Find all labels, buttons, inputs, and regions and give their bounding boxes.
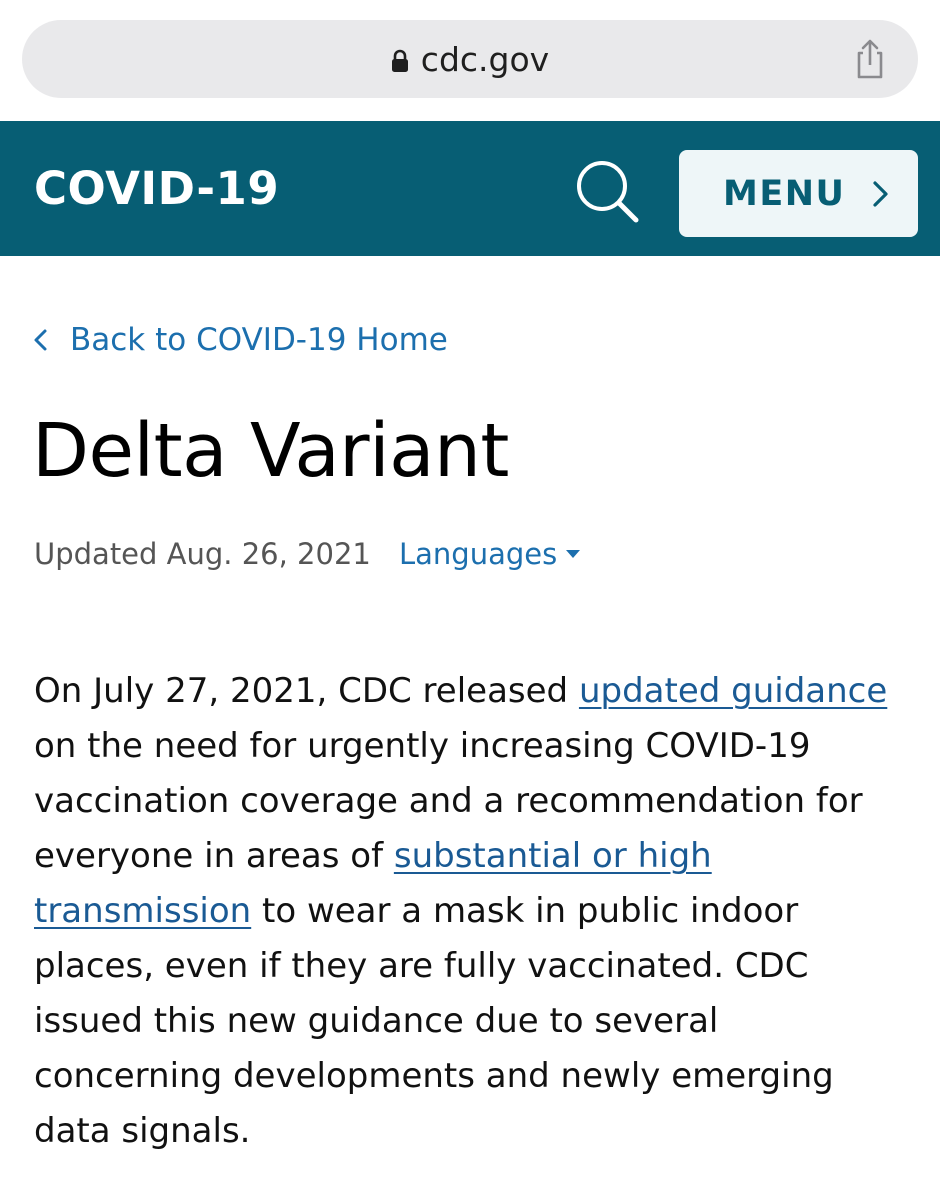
languages-dropdown[interactable]: Languages [399, 537, 581, 571]
text-run: on the need for urgently increasing COVI… [34, 726, 811, 766]
paragraph-line: on the need for urgently increasing COVI… [34, 719, 914, 774]
url-display[interactable]: cdc.gov [22, 20, 918, 98]
text-run: issued this new guidance due to several [34, 1001, 719, 1041]
text-run: places, even if they are fully vaccinate… [34, 946, 809, 986]
updated-date: Updated Aug. 26, 2021 [34, 537, 371, 571]
text-run: vaccination coverage and a recommendatio… [34, 781, 863, 821]
page-title: Delta Variant [32, 408, 509, 494]
text-run: concerning developments and newly emergi… [34, 1056, 834, 1096]
back-to-home-link[interactable]: Back to COVID-19 Home [32, 318, 448, 362]
paragraph-line: places, even if they are fully vaccinate… [34, 939, 914, 994]
paragraph-line: transmission to wear a mask in public in… [34, 884, 914, 939]
search-icon[interactable] [570, 154, 642, 226]
paragraph-line: concerning developments and newly emergi… [34, 1049, 914, 1104]
paragraph-line: On July 27, 2021, CDC released updated g… [34, 664, 914, 719]
substantial-or-high-transmission-link[interactable]: substantial or high [394, 836, 712, 876]
transmission-link[interactable]: transmission [34, 891, 251, 931]
url-text: cdc.gov [420, 39, 550, 79]
menu-label: MENU [723, 173, 846, 214]
text-run: everyone in areas of [34, 836, 394, 876]
menu-button[interactable]: MENU [679, 150, 918, 237]
paragraph-line: vaccination coverage and a recommendatio… [34, 774, 914, 829]
paragraph-line: everyone in areas of substantial or high [34, 829, 914, 884]
chevron-right-icon [873, 180, 889, 207]
paragraph-line: data signals. [34, 1104, 914, 1159]
paragraph-line: issued this new guidance due to several [34, 994, 914, 1049]
chevron-left-icon [34, 329, 47, 351]
body-paragraph: On July 27, 2021, CDC released updated g… [34, 664, 914, 1159]
updated-guidance-link[interactable]: updated guidance [579, 671, 887, 711]
share-icon[interactable] [848, 37, 892, 81]
back-link-label: Back to COVID-19 Home [70, 322, 448, 358]
text-run: to wear a mask in public indoor [251, 891, 799, 931]
site-title[interactable]: COVID-19 [34, 121, 279, 256]
caret-down-icon [566, 550, 581, 558]
text-run: data signals. [34, 1111, 251, 1151]
languages-label: Languages [399, 537, 558, 571]
lock-icon [391, 49, 408, 72]
address-bar[interactable]: cdc.gov [22, 20, 918, 98]
text-run: On July 27, 2021, CDC released [34, 671, 579, 711]
